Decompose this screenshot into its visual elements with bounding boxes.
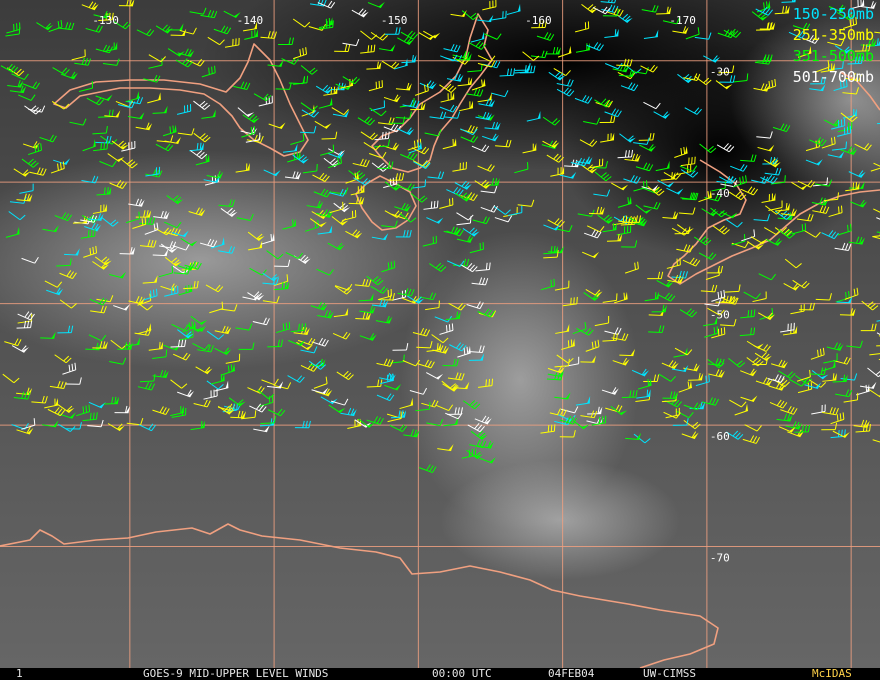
longitude-label: -170 [669, 14, 696, 27]
legend-entry: 501-700mb [792, 68, 874, 86]
satellite-map: -130 -140 -150 -160 -170 -30 -40 -50 -60 -70 [0, 0, 880, 668]
moist-band-south [440, 460, 680, 580]
source-label: UW-CIMSS [643, 667, 696, 680]
software-label: McIDAS [812, 667, 852, 680]
latitude-label: -30 [710, 66, 730, 79]
legend-entry: 150-250mb [792, 5, 874, 23]
latitude-label: -40 [710, 187, 730, 200]
date-stamp: 04FEB04 [548, 667, 595, 680]
legend-entry: 351-500mb [792, 47, 874, 65]
product-title: GOES-9 MID-UPPER LEVEL WINDS [143, 667, 329, 680]
longitude-label: -140 [237, 14, 264, 27]
longitude-label: -160 [525, 14, 552, 27]
latitude-label: -70 [710, 552, 730, 565]
longitude-label: -130 [92, 14, 119, 27]
frame-number: 1 [16, 667, 23, 680]
status-bar: 1 GOES-9 MID-UPPER LEVEL WINDS 00:00 UTC… [0, 668, 880, 680]
longitude-label: -150 [381, 14, 408, 27]
pressure-legend: 150-250mb 251-350mb 351-500mb 501-700mb [793, 4, 874, 88]
latitude-label: -50 [710, 309, 730, 322]
time-stamp: 00:00 UTC [432, 667, 492, 680]
latitude-label: -60 [710, 430, 730, 443]
legend-entry: 251-350mb [792, 26, 874, 44]
